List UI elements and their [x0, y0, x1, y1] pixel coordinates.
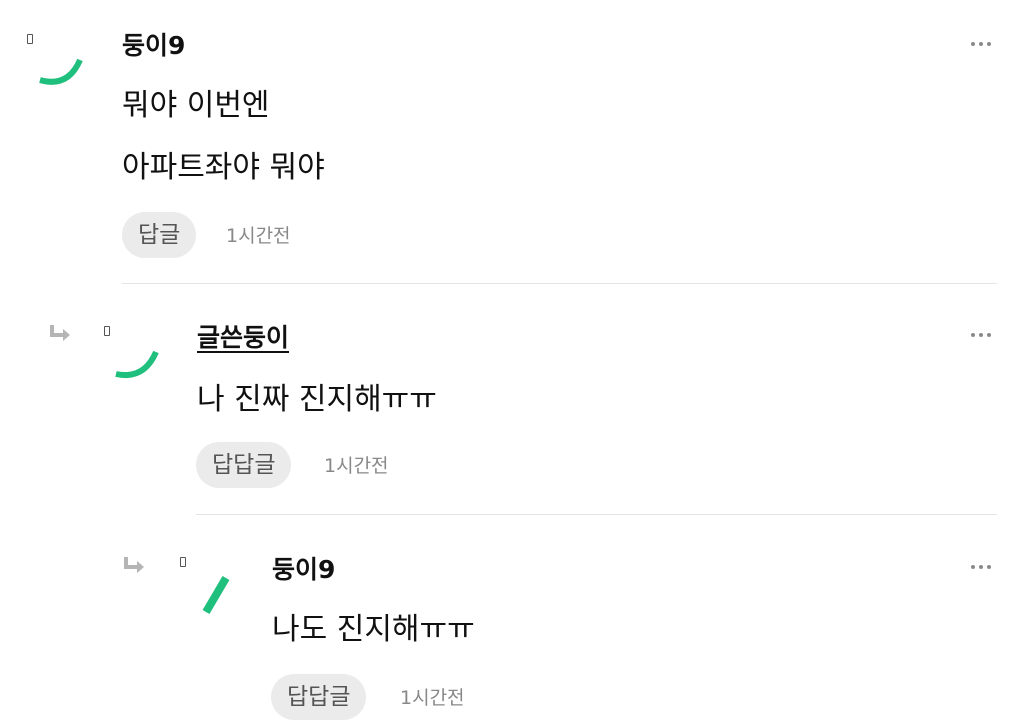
comment-text-line: 아파트좌야 뭐야 [122, 150, 325, 185]
comment-timestamp: 1시간전 [226, 225, 291, 247]
reply-button[interactable]: 답답글 [271, 674, 367, 720]
comment-timestamp: 1시간전 [324, 455, 389, 477]
comment-timestamp: 1시간전 [400, 687, 465, 709]
avatar-arc-icon[interactable] [106, 322, 166, 382]
avatar-arc-icon[interactable] [30, 30, 90, 90]
reply-button[interactable]: 답글 [122, 212, 197, 258]
reply-button[interactable]: 답답글 [196, 442, 292, 488]
comment-author[interactable]: 글쓴둥이 [197, 323, 289, 353]
broken-image-icon [180, 557, 186, 567]
avatar-slash-icon[interactable] [196, 566, 256, 626]
comment-text-line: 뭐야 이번엔 [122, 88, 270, 123]
comment-author[interactable]: 둥이9 [122, 31, 185, 61]
comment-divider [196, 514, 997, 515]
more-options-button[interactable] [971, 559, 995, 575]
comment-divider [122, 283, 997, 284]
more-options-button[interactable] [971, 36, 995, 52]
comment-text-line: 나도 진지해ㅠㅠ [272, 612, 475, 647]
comment-author[interactable]: 둥이9 [272, 555, 335, 585]
more-options-button[interactable] [971, 327, 995, 343]
reply-arrow-icon [124, 557, 144, 573]
reply-arrow-icon [50, 325, 70, 341]
comment-text-line: 나 진짜 진지해ㅠㅠ [197, 382, 437, 417]
